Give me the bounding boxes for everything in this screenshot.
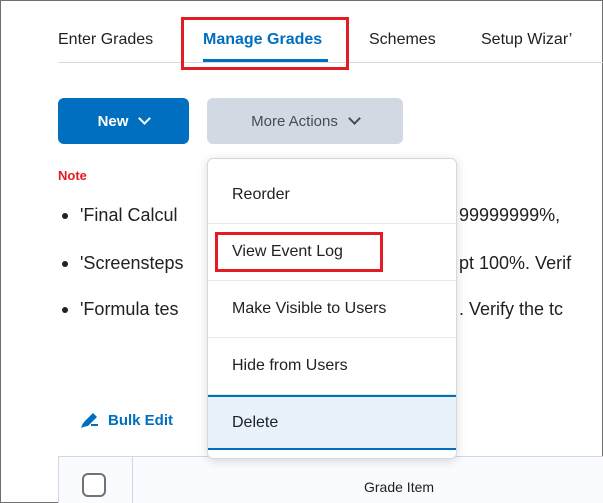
select-all-cell <box>59 457 133 503</box>
note-item: 'Final Calcul <box>62 205 177 226</box>
note-item-text-end: 99999999%, <box>459 205 561 225</box>
bulk-edit-icon <box>81 413 98 428</box>
note-label: Note <box>58 168 87 183</box>
more-actions-menu: Reorder View Event Log Make Visible to U… <box>207 158 457 459</box>
new-button-label: New <box>97 112 129 130</box>
chevron-down-icon <box>138 112 152 125</box>
menu-item-reorder[interactable]: Reorder <box>208 167 456 224</box>
note-item: 'Screensteps <box>62 253 184 274</box>
menu-item-make-visible[interactable]: Make Visible to Users <box>208 281 456 338</box>
more-actions-button[interactable]: More Actions <box>207 98 403 144</box>
note-item-text-start: 'Formula tes <box>80 299 179 319</box>
note-item-text-start: 'Final Calcul <box>80 205 178 225</box>
select-all-checkbox[interactable] <box>82 473 106 497</box>
note-item-text-start: 'Screensteps <box>80 253 184 273</box>
bullet-dot <box>62 307 68 314</box>
new-button[interactable]: New <box>58 98 189 144</box>
highlight-box-view-event-log <box>215 232 383 272</box>
grades-table-header: Grade Item <box>58 456 603 503</box>
note-item-text-end: . Verify the tc <box>459 299 564 319</box>
highlight-box-manage-grades <box>181 17 349 70</box>
menu-item-delete[interactable]: Delete <box>208 395 456 450</box>
more-actions-label: More Actions <box>251 112 338 130</box>
bulk-edit-label: Bulk Edit <box>108 411 174 429</box>
bullet-dot <box>62 261 68 268</box>
note-item-text-end: pt 100%. Verif <box>459 253 572 273</box>
tab-enter-grades[interactable]: Enter Grades <box>58 31 153 49</box>
chevron-down-icon <box>347 112 361 125</box>
menu-item-hide-from-users[interactable]: Hide from Users <box>208 338 456 395</box>
note-item: 'Formula tes <box>62 299 178 320</box>
tab-schemes[interactable]: Schemes <box>369 31 436 49</box>
bulk-edit-button[interactable]: Bulk Edit <box>80 411 173 429</box>
column-header-grade-item[interactable]: Grade Item <box>364 479 434 495</box>
bullet-dot <box>62 213 68 220</box>
tab-setup-wizard[interactable]: Setup Wizar’ <box>481 31 603 49</box>
